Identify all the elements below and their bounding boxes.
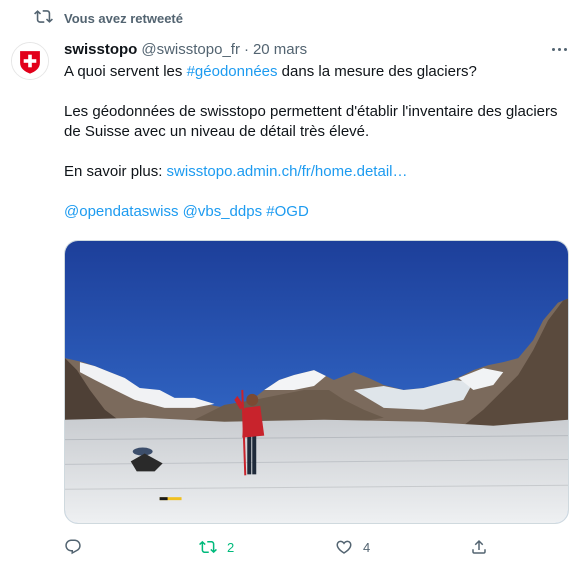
tweet-photo[interactable] <box>64 240 569 524</box>
share-icon <box>472 539 486 554</box>
like-count: 4 <box>363 539 371 555</box>
retweet-count: 2 <box>227 539 235 555</box>
mention-vbs-ddps[interactable]: @vbs_ddps <box>183 203 262 220</box>
tweet-actions: 2 4 <box>64 536 494 558</box>
retweet-icon <box>34 7 53 31</box>
glacier-photo-image <box>65 241 568 523</box>
tweet-paragraph-2: Les géodonnées de swisstopo permettent d… <box>64 103 558 140</box>
author-name[interactable]: swisstopo <box>64 40 137 60</box>
more-dot-icon <box>563 47 567 51</box>
reply-button[interactable] <box>64 536 92 558</box>
external-link[interactable]: swisstopo.admin.ch/fr/home.detail… <box>167 163 408 180</box>
author-handle[interactable]: @swisstopo_fr <box>141 40 240 60</box>
like-button[interactable]: 4 <box>335 536 370 558</box>
hashtag-ogd-link[interactable]: #OGD <box>266 203 309 220</box>
tweet-content: swisstopo @swisstopo_fr · 20 mars A quoi… <box>64 40 569 222</box>
swiss-cross-shield-icon <box>12 43 48 79</box>
retweet-button[interactable]: 2 <box>199 536 234 558</box>
more-dot-icon <box>557 47 561 51</box>
reply-icon <box>65 539 81 555</box>
more-options-button[interactable] <box>549 40 569 58</box>
tweet-more-line: En savoir plus: swisstopo.admin.ch/fr/ho… <box>64 162 569 182</box>
tweet-date[interactable]: 20 mars <box>253 40 307 60</box>
separator-dot: · <box>243 41 249 58</box>
more-dot-icon <box>551 47 555 51</box>
heart-icon <box>336 540 352 554</box>
hashtag-geodonnees-link[interactable]: #géodonnées <box>187 63 278 80</box>
tweet-text-segment: dans la mesure des glaciers? <box>277 63 477 80</box>
avatar[interactable] <box>11 42 49 80</box>
tweet-text-segment: A quoi servent les <box>64 63 187 80</box>
tweet-header: swisstopo @swisstopo_fr · 20 mars <box>64 40 569 60</box>
retweet-context: Vous avez retweeté <box>34 7 183 31</box>
mention-opendataswiss[interactable]: @opendataswiss <box>64 203 178 220</box>
tweet-text: A quoi servent les #géodonnées dans la m… <box>64 62 569 222</box>
tweet-mentions: @opendataswiss @vbs_ddps #OGD <box>64 202 569 222</box>
retweet-context-label[interactable]: Vous avez retweeté <box>64 11 183 26</box>
more-label: En savoir plus: <box>64 163 167 180</box>
retweet-icon <box>199 540 217 554</box>
share-button[interactable] <box>470 536 488 558</box>
tweet-line-1: A quoi servent les #géodonnées dans la m… <box>64 62 569 82</box>
